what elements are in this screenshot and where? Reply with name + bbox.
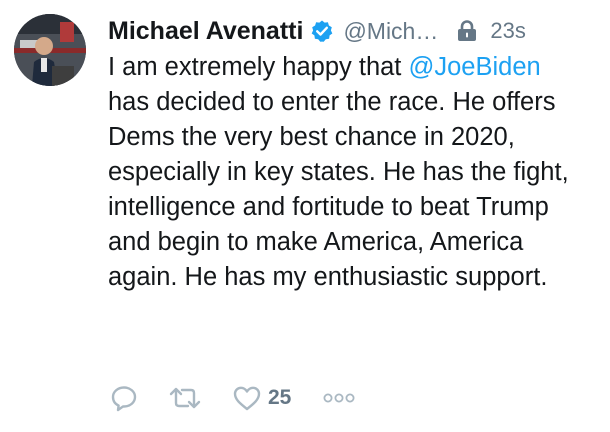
mention-link[interactable]: @JoeBiden [408,53,540,81]
heart-icon [233,386,261,411]
verified-badge-icon [310,19,334,43]
tweet-header: Michael Avenatti @Mich… 23s [108,14,588,48]
like-button[interactable]: 25 [232,384,322,412]
like-count: 25 [268,386,292,409]
retweet-button[interactable] [168,384,232,412]
more-button[interactable] [322,391,356,405]
tweet-actions: 25 [110,383,356,413]
more-icon [323,393,355,403]
tweet-text-rest: has decided to enter the race. He offers… [108,88,569,291]
tweet-text: I am extremely happy that @JoeBiden has … [108,50,583,295]
reply-icon [111,386,137,412]
avatar[interactable] [14,14,86,86]
author-handle[interactable]: @Mich… [343,18,438,45]
reply-button[interactable] [110,384,168,412]
lock-icon [456,20,478,42]
tweet-timestamp[interactable]: 23s [490,18,525,44]
tweet-text-start: I am extremely happy that [108,53,409,81]
tweet-card: Michael Avenatti @Mich… 23s I am extreme… [0,0,610,432]
avatar-photo [14,14,86,86]
author-display-name[interactable]: Michael Avenatti [108,17,303,46]
retweet-icon [169,387,201,409]
